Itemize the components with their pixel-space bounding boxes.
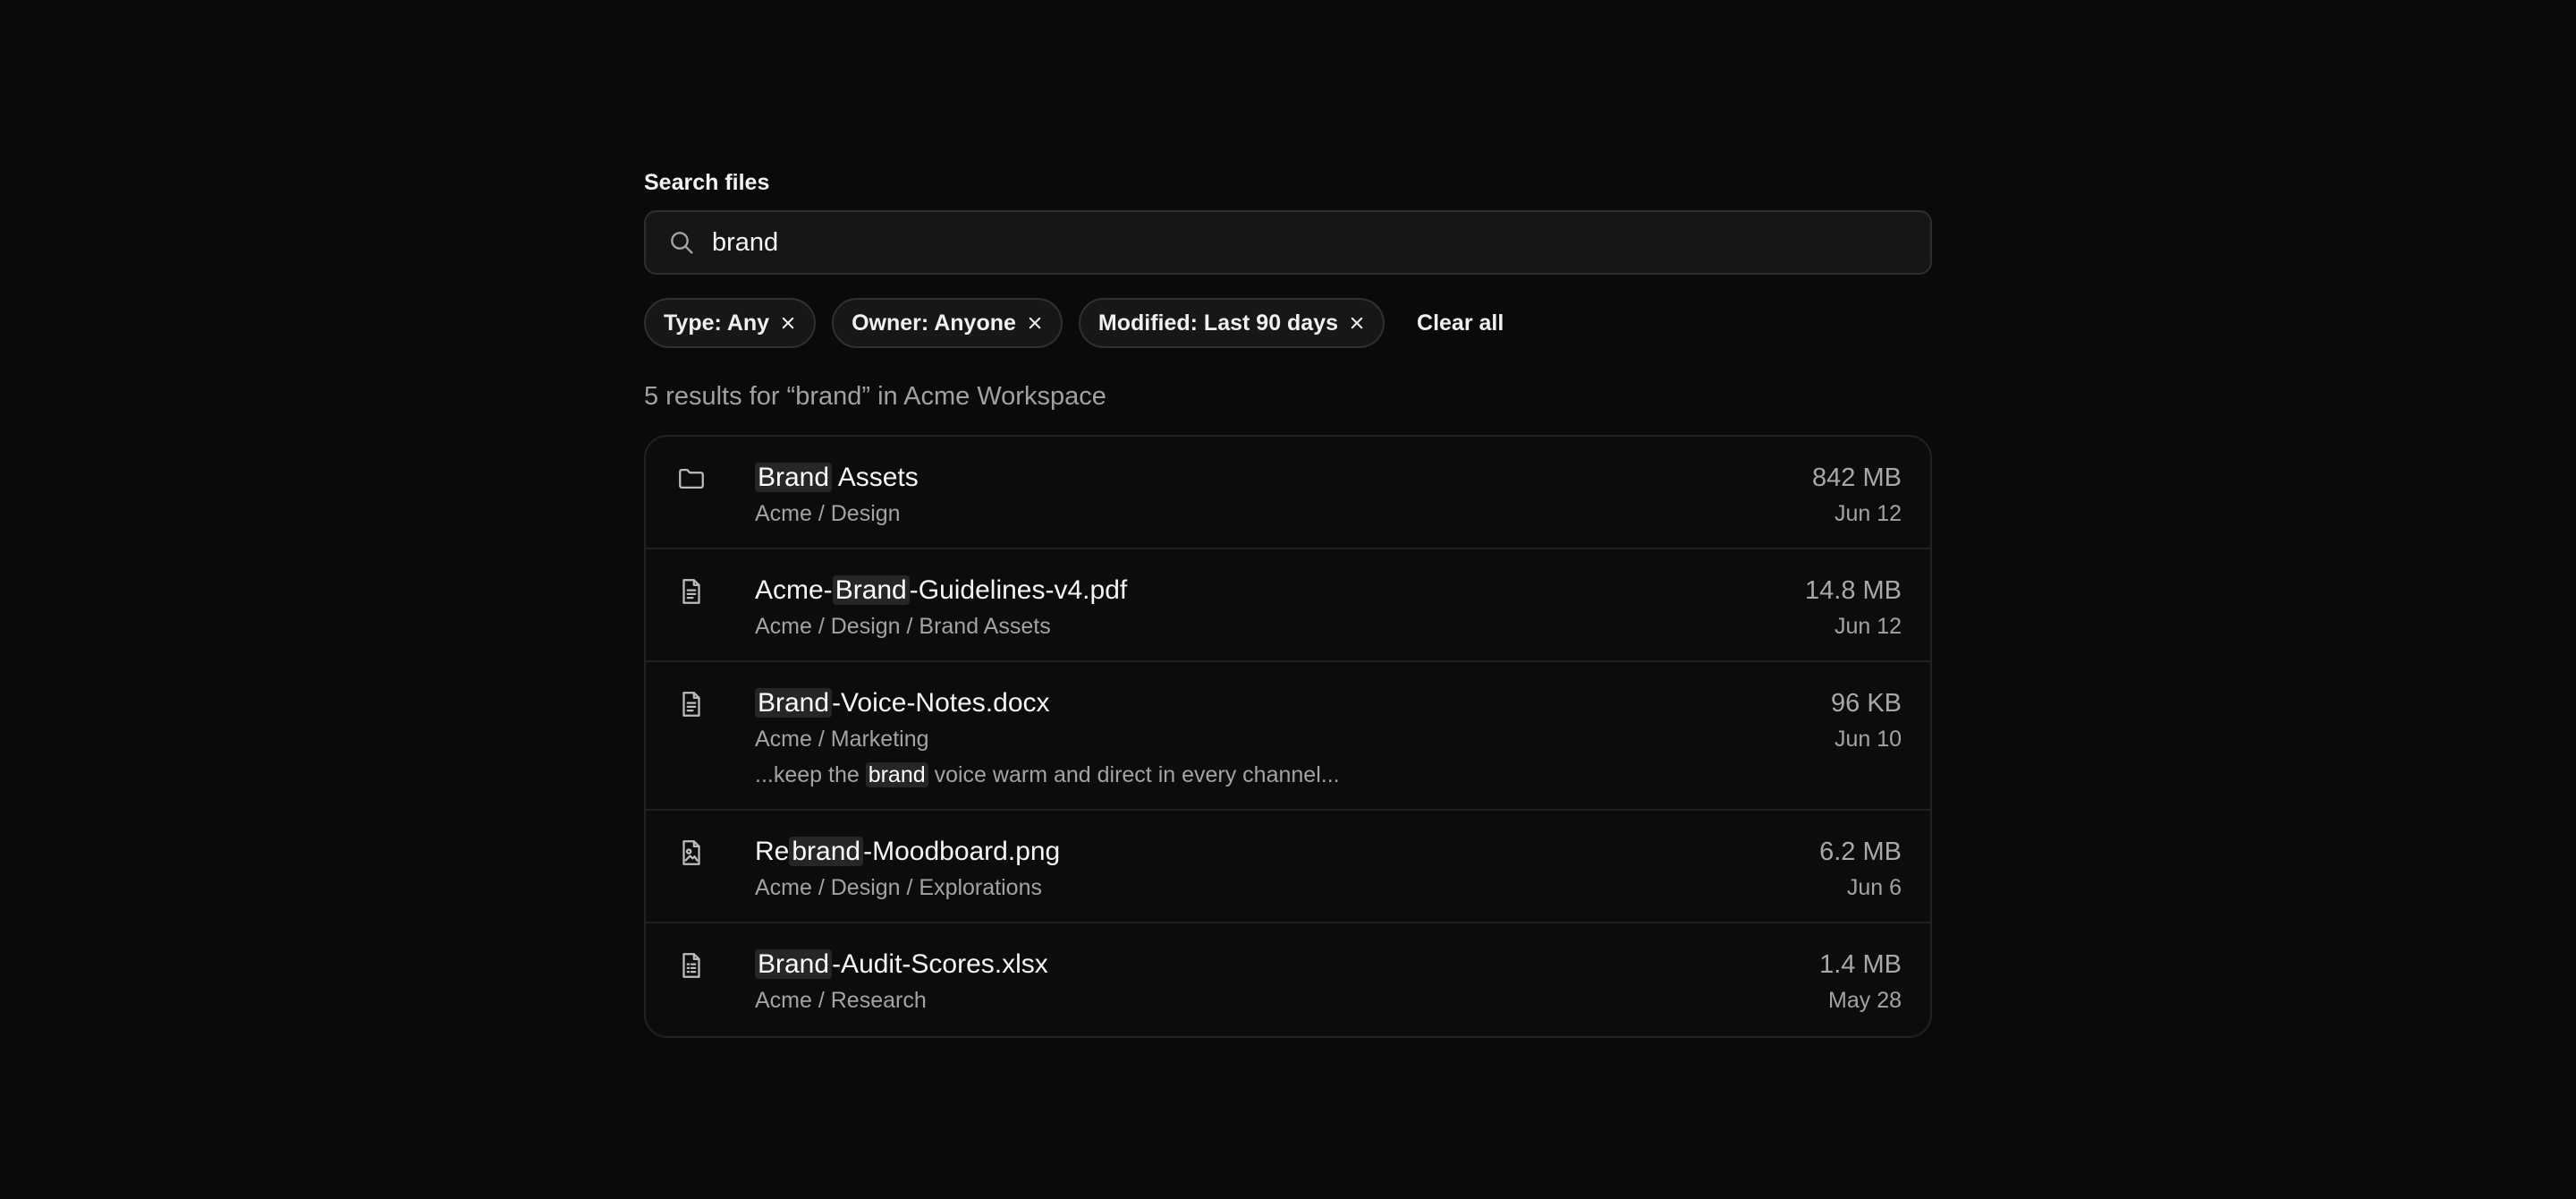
filter-chip-label: Owner: Anyone [852,310,1016,336]
filter-chip-modified[interactable]: Modified: Last 90 days [1078,298,1385,348]
close-icon[interactable] [1349,315,1365,331]
search-icon [671,232,693,254]
result-path: Acme / Marketing [755,727,929,752]
result-path: Acme / Design / Explorations [755,875,1042,900]
search-input[interactable] [712,227,1909,258]
match-highlight: brand [865,762,928,787]
result-date: Jun 10 [1834,727,1902,752]
result-path: Acme / Research [755,988,927,1013]
clear-all-button[interactable]: Clear all [1417,310,1504,336]
result-path: Acme / Design / Brand Assets [755,614,1051,639]
match-highlight: Brand [755,688,833,718]
document-icon [682,579,700,604]
search-box[interactable] [644,210,1932,275]
match-highlight: Brand [832,575,910,605]
result-row[interactable]: Brand -Voice-Notes.docx Acme / Marketing … [646,662,1930,811]
search-label: Search files [644,170,770,195]
result-date: Jun 12 [1834,614,1902,639]
filter-chip-owner[interactable]: Owner: Anyone [832,298,1063,348]
result-date: May 28 [1828,988,1902,1013]
result-size: 96 KB [1831,689,1902,718]
result-name[interactable]: Brand -Voice-Notes.docx [755,685,1831,721]
result-name[interactable]: Acme- Brand -Guidelines-v4.pdf [755,573,1805,608]
close-icon[interactable] [780,315,796,331]
results-summary: 5 results for “brand” in Acme Workspace [644,382,1106,411]
result-row[interactable]: Re brand -Moodboard.png Acme / Design / Ex… [646,811,1930,923]
results-list: Brand Assets Acme / Design 842 MB Jun 12… [644,435,1932,1038]
result-size: 6.2 MB [1819,838,1902,866]
filter-chip-type[interactable]: Type: Any [644,298,817,348]
match-highlight: Brand [755,463,833,492]
result-name[interactable]: Brand Assets [755,460,1812,496]
filter-bar: Type: Any Owner: Anyone Modified: Last 9… [644,298,1932,348]
result-date: Jun 6 [1846,875,1902,900]
result-row[interactable]: Acme- Brand -Guidelines-v4.pdf Acme / Desi… [646,549,1930,662]
folder-icon [679,468,704,489]
result-date: Jun 12 [1834,501,1902,526]
result-row[interactable]: Brand -Audit-Scores.xlsx Acme / Research … [646,923,1930,1036]
match-highlight: Brand [755,949,833,979]
close-icon[interactable] [1027,315,1043,331]
spreadsheet-icon [682,953,700,978]
result-name[interactable]: Brand -Audit-Scores.xlsx [755,947,1819,982]
result-path: Acme / Design [755,501,901,526]
result-size: 14.8 MB [1805,576,1902,605]
filter-chip-label: Modified: Last 90 days [1097,310,1339,336]
result-size: 842 MB [1812,463,1902,492]
result-row[interactable]: Brand Assets Acme / Design 842 MB Jun 12 [646,437,1930,549]
result-snippet: ...keep the brand voice warm and direct … [755,762,1340,787]
result-size: 1.4 MB [1819,950,1902,979]
document-icon [682,692,700,717]
match-highlight: brand [789,837,864,866]
image-file-icon [682,840,700,865]
filter-chip-label: Type: Any [664,310,770,336]
result-name[interactable]: Re brand -Moodboard.png [755,834,1819,870]
search-panel: Search files Type: Any Owner: Anyone Mod… [644,170,1932,1038]
